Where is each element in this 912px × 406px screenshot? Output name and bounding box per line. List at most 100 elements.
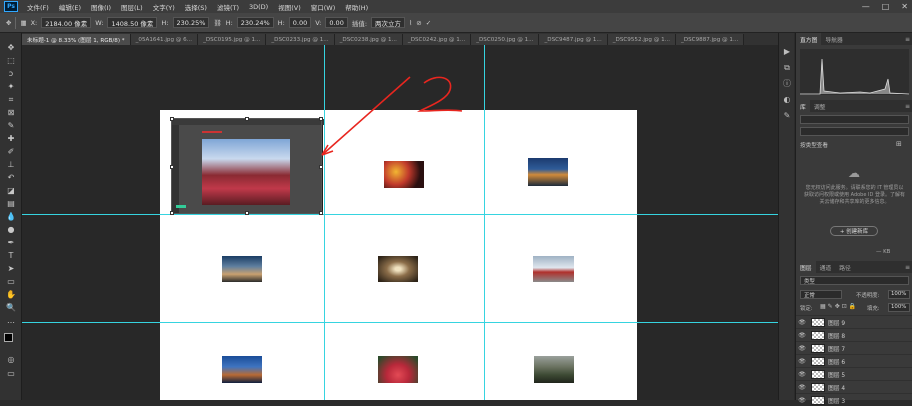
hand-tool-icon[interactable]: ✋ bbox=[4, 290, 18, 300]
blur-tool-icon[interactable]: 💧 bbox=[4, 212, 18, 222]
menu-3d[interactable]: 3D(D) bbox=[244, 3, 273, 11]
grid-view-icon[interactable]: ⊞ bbox=[896, 140, 902, 148]
link-icon[interactable]: ⛓ bbox=[213, 19, 221, 27]
eyedropper-tool-icon[interactable]: ✎ bbox=[4, 121, 18, 131]
visibility-eye-icon[interactable]: 👁 bbox=[796, 332, 808, 339]
lasso-tool-icon[interactable]: ↄ bbox=[4, 69, 18, 79]
panel-menu-icon[interactable]: ≡ bbox=[905, 36, 912, 43]
frame-tool-icon[interactable]: ⊠ bbox=[4, 108, 18, 118]
maximize-icon[interactable]: □ bbox=[882, 2, 890, 11]
warp-icon[interactable]: ⌇ bbox=[409, 19, 412, 27]
visibility-eye-icon[interactable]: 👁 bbox=[796, 397, 808, 404]
reference-point-icon[interactable]: ▦ bbox=[20, 19, 26, 27]
x-input[interactable]: 2184.00 像素 bbox=[41, 17, 92, 28]
tab-document[interactable]: _DSC9552.jpg @ 1... bbox=[607, 34, 677, 45]
layer-filter-kind[interactable]: 类型 bbox=[800, 276, 909, 285]
library-search-input[interactable] bbox=[800, 127, 909, 136]
tab-document[interactable]: _DSC0250.jpg @ 1... bbox=[471, 34, 540, 45]
clone-stamp-tool-icon[interactable]: ⊥ bbox=[4, 160, 18, 170]
adjustments-icon[interactable]: ◐ bbox=[782, 95, 792, 105]
rectangle-tool-icon[interactable]: ▭ bbox=[4, 277, 18, 287]
visibility-eye-icon[interactable]: 👁 bbox=[796, 358, 808, 365]
magic-wand-tool-icon[interactable]: ✦ bbox=[4, 82, 18, 92]
dodge-tool-icon[interactable]: ● bbox=[4, 225, 18, 235]
interp-select[interactable]: 两次立方 bbox=[371, 17, 406, 28]
menu-layer[interactable]: 图层(L) bbox=[116, 2, 148, 12]
brush-settings-icon[interactable]: ✎ bbox=[782, 111, 792, 121]
close-icon[interactable]: ✕ bbox=[901, 2, 908, 11]
menu-file[interactable]: 文件(F) bbox=[22, 2, 54, 12]
tab-document[interactable]: _DSC9487.jpg @ 1... bbox=[539, 34, 608, 45]
panel-menu-icon[interactable]: ≡ bbox=[905, 103, 912, 110]
visibility-eye-icon[interactable]: 👁 bbox=[796, 371, 808, 378]
library-view-by-type[interactable]: 按类型查看 bbox=[800, 141, 828, 149]
tab-channels[interactable]: 通道 bbox=[816, 261, 836, 273]
h-input[interactable]: 230.25% bbox=[172, 17, 210, 28]
brush-tool-icon[interactable]: ✐ bbox=[4, 147, 18, 157]
gradient-tool-icon[interactable]: ▤ bbox=[4, 199, 18, 209]
history-brush-tool-icon[interactable]: ↶ bbox=[4, 173, 18, 183]
menu-select[interactable]: 选择(S) bbox=[180, 2, 212, 12]
menu-help[interactable]: 帮助(H) bbox=[340, 2, 373, 12]
library-selector[interactable] bbox=[800, 115, 909, 124]
angle-input[interactable]: 230.24% bbox=[236, 17, 274, 28]
eraser-tool-icon[interactable]: ◪ bbox=[4, 186, 18, 196]
panel-menu-icon[interactable]: ≡ bbox=[905, 264, 912, 271]
info-icon[interactable]: ⓘ bbox=[782, 79, 792, 89]
tab-navigator[interactable]: 导航器 bbox=[821, 33, 846, 45]
visibility-eye-icon[interactable]: 👁 bbox=[796, 345, 808, 352]
tab-document[interactable]: _DSC0195.jpg @ 1... bbox=[198, 34, 267, 45]
commit-transform-icon[interactable]: ✓ bbox=[426, 19, 431, 27]
tab-libraries[interactable]: 库 bbox=[796, 100, 810, 112]
opacity-input[interactable]: 100% bbox=[888, 290, 910, 299]
tab-histogram[interactable]: 直方图 bbox=[796, 33, 822, 45]
layer-row[interactable]: 👁 图层 9 bbox=[796, 315, 912, 328]
foreground-color-swatch[interactable] bbox=[4, 333, 13, 342]
blend-mode-select[interactable]: 正常 bbox=[800, 290, 842, 299]
more-tools-icon[interactable]: … bbox=[4, 316, 18, 326]
zoom-tool-icon[interactable]: 🔍 bbox=[4, 303, 18, 313]
create-library-button[interactable]: + 创建新库 bbox=[830, 226, 878, 236]
layer-row[interactable]: 👁 图层 4 bbox=[796, 380, 912, 393]
tab-document-active[interactable]: 未标题-1 @ 8.33% (图层 1, RGB/8) * bbox=[22, 34, 131, 45]
tab-document[interactable]: _DSC0238.jpg @ 1... bbox=[334, 34, 403, 45]
tab-paths[interactable]: 路径 bbox=[835, 261, 855, 273]
path-selection-tool-icon[interactable]: ➤ bbox=[4, 264, 18, 274]
crop-tool-icon[interactable]: ⌗ bbox=[4, 95, 18, 105]
marquee-tool-icon[interactable]: ⬚ bbox=[4, 56, 18, 66]
menu-edit[interactable]: 编辑(E) bbox=[54, 2, 86, 12]
menu-type[interactable]: 文字(Y) bbox=[148, 2, 180, 12]
rotate-input[interactable]: 0.00 bbox=[288, 17, 312, 28]
tab-document[interactable]: _05A1641.jpg @ 6... bbox=[130, 34, 199, 45]
minimize-icon[interactable]: — bbox=[862, 2, 870, 11]
lock-icons[interactable]: ▦✎✥⊡🔒 bbox=[820, 303, 858, 310]
layer-row[interactable]: 👁 图层 7 bbox=[796, 341, 912, 354]
screen-mode-icon[interactable]: ▭ bbox=[4, 369, 18, 379]
menu-window[interactable]: 窗口(W) bbox=[306, 2, 341, 12]
menu-image[interactable]: 图像(I) bbox=[86, 2, 116, 12]
menu-filter[interactable]: 滤镜(T) bbox=[212, 2, 244, 12]
properties-icon[interactable]: ⧉ bbox=[782, 63, 792, 73]
layer-row[interactable]: 👁 图层 5 bbox=[796, 367, 912, 380]
fill-input[interactable]: 100% bbox=[888, 303, 910, 312]
tab-document[interactable]: _DSC0242.jpg @ 1... bbox=[402, 34, 472, 45]
healing-brush-tool-icon[interactable]: ✚ bbox=[4, 134, 18, 144]
tab-document[interactable]: _DSC9887.jpg @ 1... bbox=[676, 34, 745, 45]
visibility-eye-icon[interactable]: 👁 bbox=[796, 384, 808, 391]
v-input[interactable]: 0.00 bbox=[325, 17, 348, 28]
visibility-eye-icon[interactable]: 👁 bbox=[796, 319, 808, 326]
layer-row[interactable]: 👁 图层 6 bbox=[796, 354, 912, 367]
cancel-transform-icon[interactable]: ⊘ bbox=[416, 19, 421, 27]
canvas-area[interactable] bbox=[22, 45, 792, 400]
transform-tool-icon[interactable]: ✥ bbox=[6, 19, 11, 27]
tab-layers[interactable]: 图层 bbox=[796, 261, 816, 273]
w-input[interactable]: 1408.50 像素 bbox=[107, 17, 158, 28]
move-tool-icon[interactable]: ✥ bbox=[4, 43, 18, 53]
play-icon[interactable]: ▶ bbox=[782, 47, 792, 57]
layer-row[interactable]: 👁 图层 8 bbox=[796, 328, 912, 341]
menu-view[interactable]: 视图(V) bbox=[273, 2, 306, 12]
tab-adjustments[interactable]: 调整 bbox=[810, 100, 830, 112]
pen-tool-icon[interactable]: ✒ bbox=[4, 238, 18, 248]
type-tool-icon[interactable]: T bbox=[4, 251, 18, 261]
tab-document[interactable]: _DSC0233.jpg @ 1... bbox=[266, 34, 335, 45]
